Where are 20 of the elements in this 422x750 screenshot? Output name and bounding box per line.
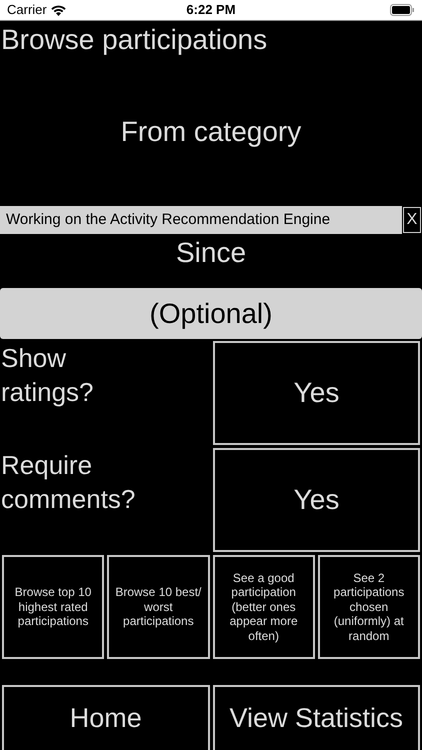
toggle-button[interactable]: Yes xyxy=(213,448,420,552)
nav-button[interactable]: View Statistics xyxy=(212,685,420,750)
nav-button[interactable]: Home xyxy=(2,685,210,750)
wifi-icon xyxy=(50,4,66,16)
page-title: Browse participations xyxy=(0,23,268,57)
browse-button[interactable]: Browse top 10 highest rated participations xyxy=(2,555,104,659)
toggle-button[interactable]: Yes xyxy=(213,341,420,445)
optional-button[interactable]: (Optional) xyxy=(0,288,422,339)
browse-button[interactable]: See a good participation (better ones appear more often) xyxy=(212,555,315,659)
browse-button[interactable]: See 2 participations chosen (uniformly) at random xyxy=(318,555,420,659)
option-label: Require comments? xyxy=(0,449,136,516)
since-button[interactable]: Since xyxy=(176,234,246,272)
option-label: Show ratings? xyxy=(0,342,94,409)
carrier-label: Carrier xyxy=(7,1,47,20)
battery-icon xyxy=(390,4,415,16)
browse-button[interactable]: Browse 10 best/ worst participations xyxy=(107,555,210,659)
category-button[interactable]: From category xyxy=(120,111,302,153)
close-button[interactable]: X xyxy=(403,207,421,233)
clock: 6:22 PM xyxy=(186,1,236,20)
banner-text: Working on the Activity Recommendation Engine xyxy=(6,210,330,230)
